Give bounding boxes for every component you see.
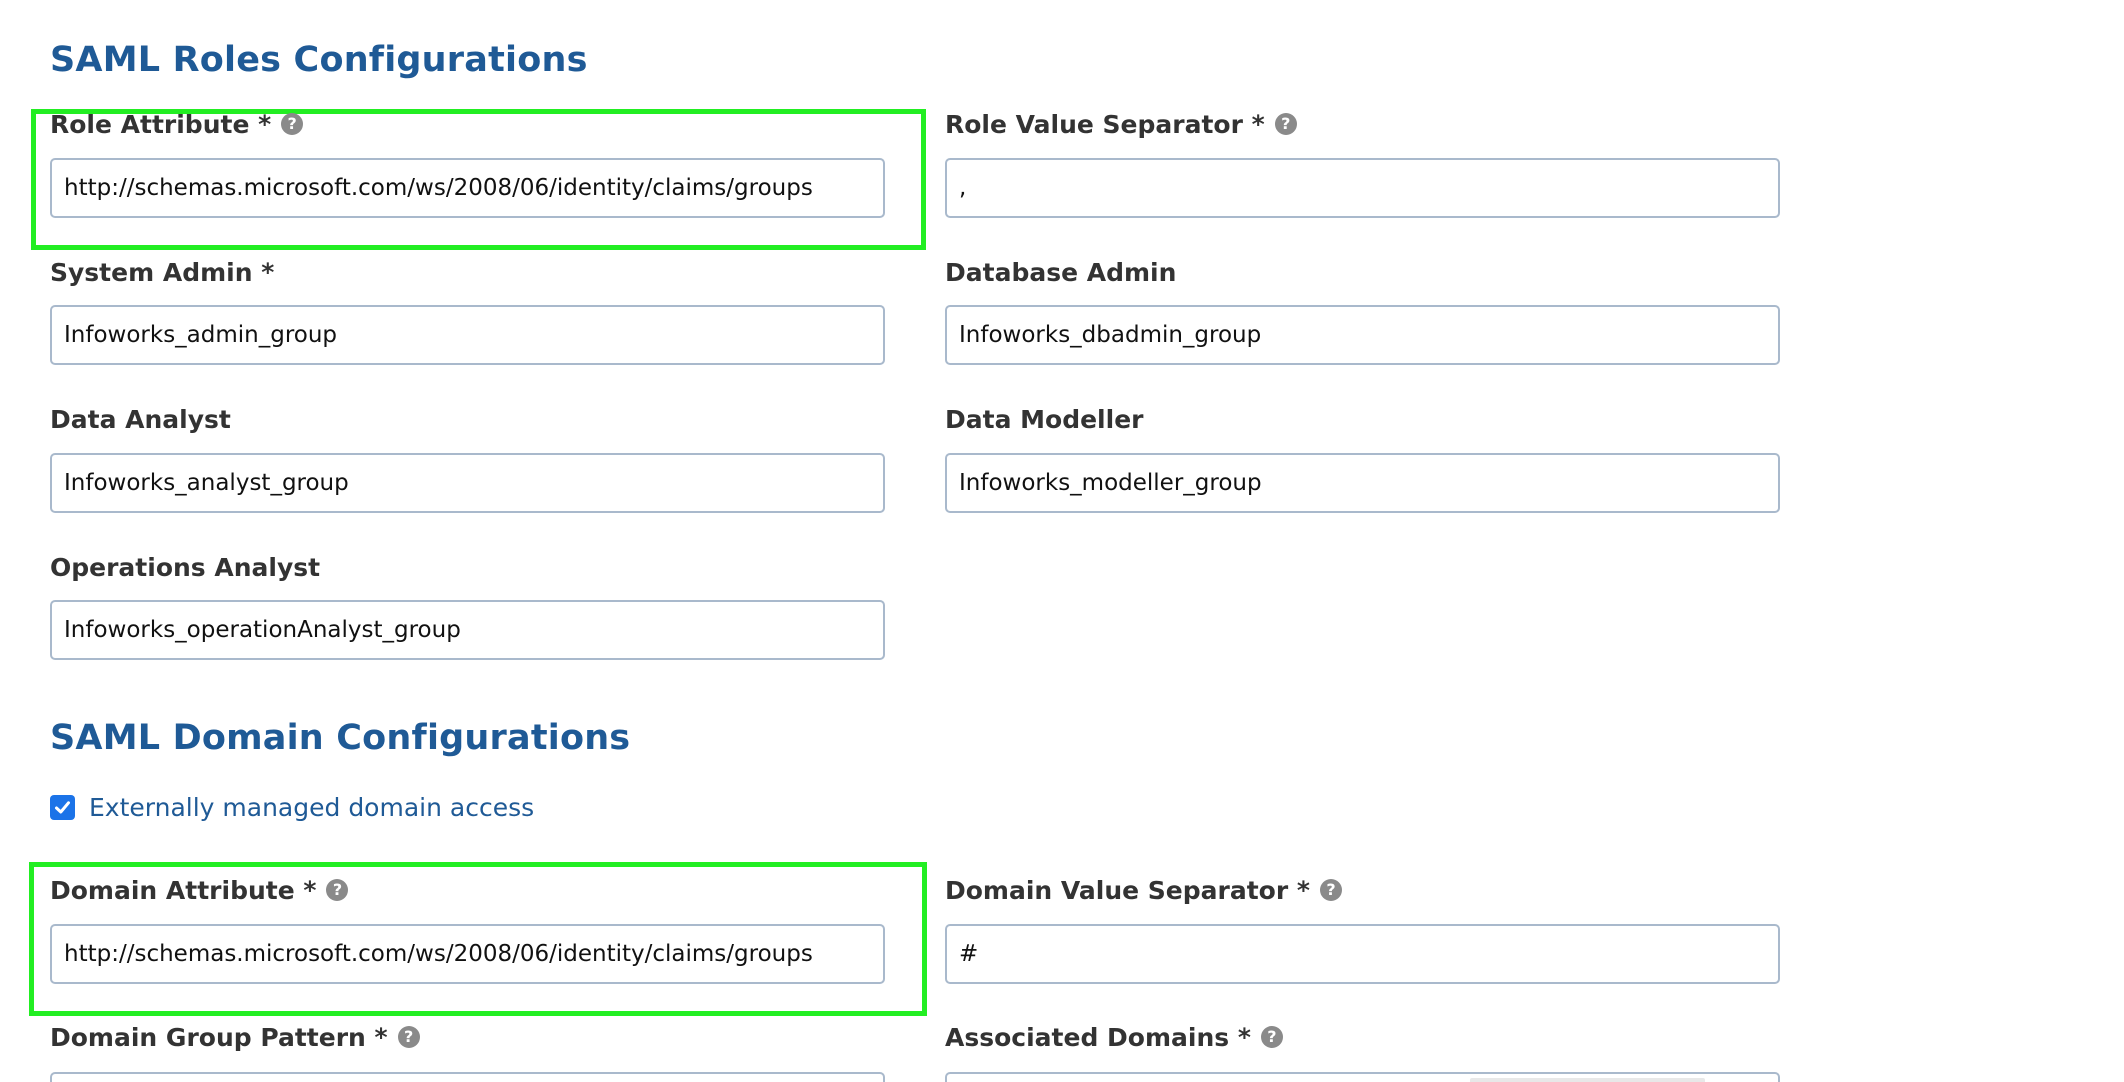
domain-section-title: SAML Domain Configurations	[50, 718, 631, 758]
domain-attribute-input[interactable]: http://schemas.microsoft.com/ws/2008/06/…	[50, 924, 885, 984]
question-circle-icon[interactable]: ?	[1274, 113, 1297, 135]
roles-section-title: SAML Roles Configurations	[50, 40, 588, 80]
domain-attribute-label: Domain Attribute * ?	[50, 874, 349, 906]
data-analyst-input[interactable]: Infoworks_analyst_group	[50, 453, 885, 513]
data-modeller-label: Data Modeller	[945, 404, 1144, 434]
data-analyst-label: Data Analyst	[50, 404, 231, 434]
question-circle-icon[interactable]: ?	[1319, 879, 1342, 901]
question-circle-icon[interactable]: ?	[1260, 1026, 1283, 1048]
role-attribute-label: Role Attribute * ?	[50, 108, 304, 140]
operations-analyst-label: Operations Analyst	[50, 552, 321, 582]
role-value-separator-label-text: Role Value Separator *	[945, 109, 1265, 139]
question-circle-icon[interactable]: ?	[397, 1026, 420, 1048]
domain-value-separator-input[interactable]: #	[945, 924, 1780, 984]
database-admin-label: Database Admin	[945, 257, 1177, 287]
question-circle-icon[interactable]: ?	[281, 113, 304, 135]
external-domain-access-checkbox[interactable]	[50, 795, 75, 820]
domain-value-separator-label-text: Domain Value Separator *	[945, 875, 1310, 905]
external-domain-access-label[interactable]: Externally managed domain access	[89, 793, 534, 822]
operations-analyst-input[interactable]: Infoworks_operationAnalyst_group	[50, 600, 885, 660]
external-domain-access-toggle[interactable]: Externally managed domain access	[50, 793, 534, 822]
associated-domains-chip	[1470, 1078, 1705, 1082]
system-admin-input[interactable]: Infoworks_admin_group	[50, 305, 885, 365]
associated-domains-label: Associated Domains * ?	[945, 1021, 1283, 1053]
saml-config-page: SAML Roles Configurations Role Attribute…	[0, 0, 2124, 1082]
domain-group-pattern-input[interactable]	[50, 1072, 885, 1082]
role-value-separator-input[interactable]: ,	[945, 158, 1780, 218]
database-admin-input[interactable]: Infoworks_dbadmin_group	[945, 305, 1780, 365]
role-attribute-label-text: Role Attribute *	[50, 109, 272, 139]
question-circle-icon[interactable]: ?	[326, 879, 349, 901]
associated-domains-label-text: Associated Domains *	[945, 1022, 1251, 1052]
data-modeller-input[interactable]: Infoworks_modeller_group	[945, 453, 1780, 513]
domain-group-pattern-label-text: Domain Group Pattern *	[50, 1022, 388, 1052]
role-attribute-input[interactable]: http://schemas.microsoft.com/ws/2008/06/…	[50, 158, 885, 218]
system-admin-label: System Admin *	[50, 257, 275, 287]
checkmark-icon	[55, 801, 70, 814]
domain-group-pattern-label: Domain Group Pattern * ?	[50, 1021, 420, 1053]
domain-value-separator-label: Domain Value Separator * ?	[945, 874, 1342, 906]
domain-attribute-label-text: Domain Attribute *	[50, 875, 317, 905]
role-value-separator-label: Role Value Separator * ?	[945, 108, 1297, 140]
